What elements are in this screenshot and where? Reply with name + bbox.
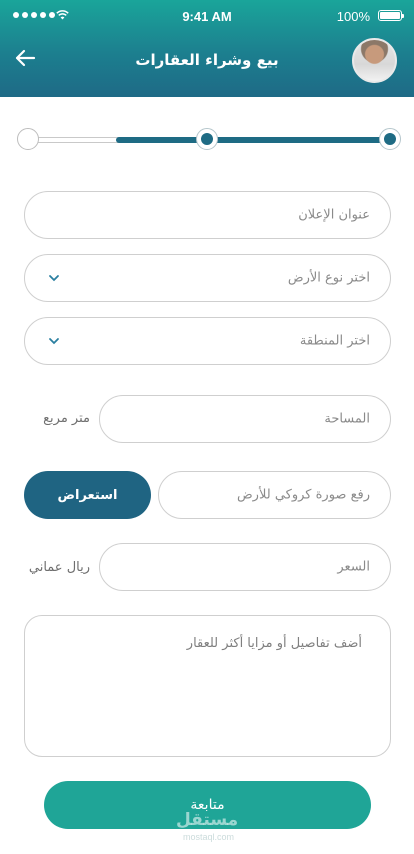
app-header: 9:41 AM 100% بيع وشراء العقارات [0,0,414,97]
battery-icon [378,10,404,21]
step-3-indicator [17,128,39,150]
chevron-down-icon [49,275,59,282]
stepper-progress [116,137,390,143]
area-placeholder: المساحة [324,411,370,427]
area-input[interactable]: المساحة [99,395,391,443]
status-bar: 9:41 AM 100% [0,0,414,34]
progress-stepper [17,128,402,152]
avatar[interactable] [352,38,397,83]
step-1-indicator [379,128,401,150]
land-type-select[interactable]: اختر نوع الأرض [24,254,391,302]
price-input[interactable]: السعر [99,543,391,591]
battery-percent: 100% [336,9,370,24]
watermark-logo: مستقل [176,810,239,830]
watermark-sub: mostaql.com [183,832,235,842]
chevron-down-icon [49,338,59,345]
price-unit-label: ريال عماني [28,560,90,575]
browse-button[interactable]: استعراض [24,471,151,519]
sketch-upload-field[interactable]: رفع صورة كروكي للأرض [158,471,391,519]
details-placeholder: أضف تفاصيل أو مزايا أكثر للعقار [186,636,362,651]
details-textarea[interactable]: أضف تفاصيل أو مزايا أكثر للعقار [24,615,391,757]
region-select[interactable]: اختر المنطقة [24,317,391,365]
area-unit-label: متر مربع [43,411,90,426]
ad-title-placeholder: عنوان الإعلان [298,207,370,223]
region-placeholder: اختر المنطقة [299,333,370,349]
price-placeholder: السعر [337,559,370,575]
sketch-placeholder: رفع صورة كروكي للأرض [236,487,370,503]
step-2-indicator [196,128,218,150]
land-type-placeholder: اختر نوع الأرض [287,270,370,286]
ad-title-input[interactable]: عنوان الإعلان [24,191,391,239]
